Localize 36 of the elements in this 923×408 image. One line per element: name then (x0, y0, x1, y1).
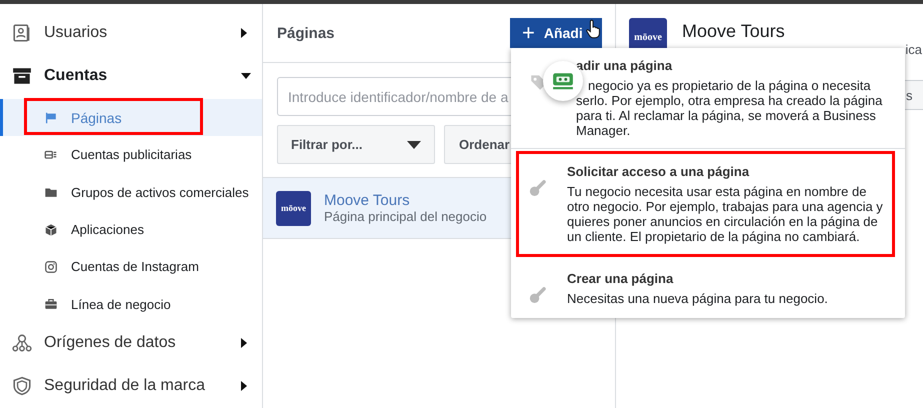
menu-item-title: Crear una página (567, 271, 674, 286)
filter-dropdown[interactable]: Filtrar por... (277, 125, 435, 164)
page-logo: mōove (276, 190, 311, 226)
sidebar-section[interactable]: Seguridad de la marca (0, 366, 263, 406)
sidebar-section[interactable]: Orígenes de datos (0, 322, 263, 363)
id-card-icon (12, 23, 32, 43)
menu-item[interactable]: Crear una página Necesitas una nueva página para tu negocio. (511, 261, 905, 316)
page-subtitle: ica (905, 42, 923, 57)
archive-box-icon (12, 66, 32, 86)
key-icon (529, 285, 549, 305)
page-name: Moove Tours (682, 21, 786, 42)
briefcase-icon (44, 297, 58, 312)
key-icon (529, 178, 549, 198)
shield-icon (12, 376, 32, 396)
network-icon (12, 332, 32, 353)
sidebar-section[interactable]: Usuarios (0, 13, 263, 53)
sidebar-item[interactable]: Línea de negocio (0, 285, 262, 323)
sidebar-item[interactable]: Cuentas publicitarias (0, 136, 262, 174)
caret-down-icon (407, 140, 421, 148)
instagram-icon (44, 260, 58, 274)
cube-icon (44, 222, 58, 237)
page-subtitle: Página principal del negocio (324, 209, 487, 224)
page-name: Moove Tours (324, 192, 411, 209)
sidebar-item[interactable]: Páginas (0, 99, 262, 136)
flag-icon (44, 110, 58, 125)
sidebar-section[interactable]: Cuentas (0, 53, 263, 99)
sidebar-item[interactable]: Cuentas de Instagram (0, 248, 262, 286)
menu-item[interactable] (516, 151, 895, 257)
panel-title: Páginas (277, 24, 335, 42)
hand-cursor-icon (586, 18, 600, 40)
menu-item-title: Solicitar acceso a una página (567, 164, 750, 179)
sidebar-item[interactable]: Grupos de activos comerciales (0, 174, 262, 211)
sidebar-item[interactable]: Aplicaciones (0, 210, 262, 248)
menu-item-description: Necesitas una nueva página para tu negocio. (567, 291, 829, 306)
menu-item-title: adir una página (576, 58, 674, 73)
menu-item[interactable]: adir una página negocio ya es propietario de la página o necesita serlo. Por ejemplo, otra empresa ha creado la página para ti. Al reclamar la página, se moverá a Business Manager. (511, 48, 905, 149)
